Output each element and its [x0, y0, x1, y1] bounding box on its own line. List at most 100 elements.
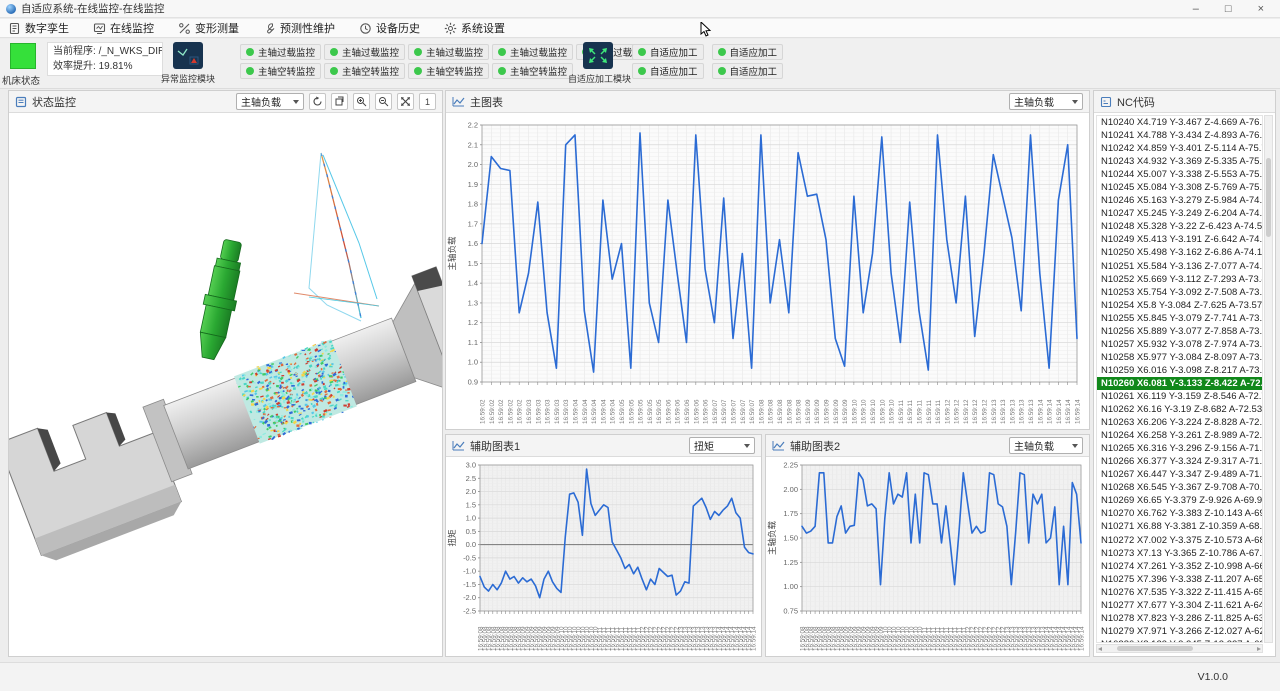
nc-code-icon: [1100, 96, 1112, 108]
monitor-chip[interactable]: 主轴过载监控: [408, 44, 489, 60]
chevron-down-icon: [1072, 100, 1078, 104]
nc-line[interactable]: N10267 X6.447 Y-3.347 Z-9.489 A-71.055: [1097, 468, 1262, 481]
nc-line[interactable]: N10248 X5.328 Y-3.22 Z-6.423 A-74.52 C: [1097, 220, 1262, 233]
maximize-button[interactable]: □: [1225, 1, 1232, 17]
chip-label: 主轴空转监控: [342, 64, 399, 78]
nc-horizontal-scrollbar[interactable]: [1096, 644, 1263, 653]
aux-chart1-header: 辅助图表1 扭矩: [446, 435, 761, 457]
monitor-chip[interactable]: 主轴过载监控: [240, 44, 321, 60]
nc-line[interactable]: N10245 X5.084 Y-3.308 Z-5.769 A-75.088: [1097, 181, 1262, 194]
scrollbar-thumb[interactable]: [1266, 158, 1271, 237]
monitor-chip[interactable]: 主轴空转监控: [240, 63, 321, 79]
svg-text:16:59:07: 16:59:07: [712, 399, 719, 424]
scroll-left-icon[interactable]: [1098, 647, 1102, 651]
nc-code-panel: NC代码 N10240 X4.719 Y-3.467 Z-4.669 A-76.…: [1093, 90, 1276, 657]
nc-line[interactable]: N10275 X7.396 Y-3.338 Z-11.207 A-65.95: [1097, 573, 1262, 586]
nc-vertical-scrollbar[interactable]: [1264, 115, 1273, 643]
nc-line[interactable]: N10268 X6.545 Y-3.367 Z-9.708 A-70.519: [1097, 481, 1262, 494]
nc-line[interactable]: N10269 X6.65 Y-3.379 Z-9.926 A-69.947 C: [1097, 494, 1262, 507]
chart-aux1-svg: -2.5-2.0-1.5-1.0-0.50.00.51.01.52.02.53.…: [446, 457, 761, 655]
fit-view-button[interactable]: [397, 93, 414, 110]
nc-line[interactable]: N10258 X5.977 Y-3.084 Z-8.097 A-73.138: [1097, 351, 1262, 364]
nc-line[interactable]: N10242 X4.859 Y-3.401 Z-5.114 A-75.775: [1097, 142, 1262, 155]
nc-line[interactable]: N10247 X5.245 Y-3.249 Z-6.204 A-74.701: [1097, 207, 1262, 220]
nc-line[interactable]: N10240 X4.719 Y-3.467 Z-4.669 A-76.396: [1097, 116, 1262, 129]
svg-text:16:59:10: 16:59:10: [889, 399, 896, 424]
adaptive-machining-module[interactable]: 自适应加工模块: [568, 42, 628, 85]
monitor-chip[interactable]: 主轴过载监控: [324, 44, 405, 60]
nc-line[interactable]: N10256 X5.889 Y-3.077 Z-7.858 A-73.348: [1097, 325, 1262, 338]
nc-line[interactable]: N10280 X8.123 Y-3.245 Z-12.227 A-62.23: [1097, 638, 1262, 643]
aux-chart2-series-dropdown[interactable]: 主轴负载: [1009, 437, 1083, 454]
nc-line[interactable]: N10250 X5.498 Y-3.162 Z-6.86 A-74.178 C: [1097, 246, 1262, 259]
svg-text:2.0: 2.0: [468, 160, 478, 169]
svg-text:16:59:10: 16:59:10: [879, 399, 886, 424]
orbit-view-button[interactable]: [331, 93, 348, 110]
rotate-view-button[interactable]: [309, 93, 326, 110]
nc-line[interactable]: N10264 X6.258 Y-3.261 Z-8.989 A-72.072: [1097, 429, 1262, 442]
nc-code-header: NC代码: [1094, 91, 1275, 113]
main-chart-series-dropdown[interactable]: 主轴负载: [1009, 93, 1083, 110]
nc-line[interactable]: N10243 X4.932 Y-3.369 Z-5.335 A-75.523: [1097, 155, 1262, 168]
zoom-out-button[interactable]: [375, 93, 392, 110]
nc-line[interactable]: N10259 X6.016 Y-3.098 Z-8.217 A-73.036: [1097, 364, 1262, 377]
nc-line[interactable]: N10265 X6.316 Y-3.296 Z-9.156 A-71.771: [1097, 442, 1262, 455]
monitor-chip[interactable]: 主轴过载监控: [492, 44, 573, 60]
abnormal-monitor-module[interactable]: 异常监控模块: [158, 42, 218, 85]
nc-line[interactable]: N10252 X5.669 Y-3.112 Z-7.293 A-73.844: [1097, 273, 1262, 286]
svg-text:16:59:02: 16:59:02: [480, 399, 487, 424]
monitor-chip[interactable]: 主轴空转监控: [324, 63, 405, 79]
nc-line[interactable]: N10273 X7.13 Y-3.365 Z-10.786 A-67.372: [1097, 547, 1262, 560]
minimize-button[interactable]: –: [1193, 1, 1199, 17]
nc-line[interactable]: N10279 X7.971 Y-3.266 Z-12.027 A-62.98: [1097, 625, 1262, 638]
svg-text:1.75: 1.75: [783, 509, 798, 518]
monitor-chip[interactable]: 自适应加工: [712, 63, 784, 79]
nc-line[interactable]: N10254 X5.8 Y-3.084 Z-7.625 A-73.571 C: [1097, 299, 1262, 312]
menu-digital-twin[interactable]: 数字孪生: [8, 20, 69, 36]
svg-text:1.0: 1.0: [466, 514, 476, 523]
nc-line[interactable]: N10241 X4.788 Y-3.434 Z-4.893 A-76.062: [1097, 129, 1262, 142]
close-button[interactable]: ×: [1258, 1, 1264, 17]
monitor-chip[interactable]: 自适应加工: [632, 44, 704, 60]
model-series-dropdown[interactable]: 主轴负载: [236, 93, 304, 110]
nc-line[interactable]: N10272 X7.002 Y-3.375 Z-10.573 A-68.05: [1097, 534, 1262, 547]
menu-system-settings[interactable]: 系统设置: [444, 20, 505, 36]
nc-code-list[interactable]: N10240 X4.719 Y-3.467 Z-4.669 A-76.396N1…: [1096, 115, 1263, 643]
nc-line[interactable]: N10244 X5.007 Y-3.338 Z-5.553 A-75.297: [1097, 168, 1262, 181]
nc-line[interactable]: N10246 X5.163 Y-3.279 Z-5.984 A-74.892: [1097, 194, 1262, 207]
nc-line[interactable]: N10249 X5.413 Y-3.191 Z-6.642 A-74.346: [1097, 233, 1262, 246]
menu-deformation-measure[interactable]: 变形测量: [178, 20, 239, 36]
program-info-box: 当前程序: /_N_WKS_DIR... 效率提升: 19.81%: [47, 42, 163, 76]
nc-line-selected[interactable]: N10260 X6.081 Y-3.133 Z-8.422 A-72.835: [1097, 377, 1262, 390]
nc-line[interactable]: N10263 X6.206 Y-3.224 Z-8.828 A-72.33 C: [1097, 416, 1262, 429]
menu-online-monitor[interactable]: 在线监控: [93, 20, 154, 36]
nc-line[interactable]: N10276 X7.535 Y-3.322 Z-11.415 A-65.22: [1097, 586, 1262, 599]
menu-predictive-maintenance[interactable]: 预测性维护: [263, 20, 335, 36]
nc-line[interactable]: N10271 X6.88 Y-3.381 Z-10.359 A-68.711: [1097, 520, 1262, 533]
nc-line[interactable]: N10270 X6.762 Y-3.383 Z-10.143 A-69.34: [1097, 507, 1262, 520]
scrollbar-thumb[interactable]: [1117, 646, 1193, 651]
scroll-right-icon[interactable]: [1257, 647, 1261, 651]
nc-line[interactable]: N10277 X7.677 Y-3.304 Z-11.621 A-64.48: [1097, 599, 1262, 612]
nc-line[interactable]: N10253 X5.754 Y-3.092 Z-7.508 A-73.677: [1097, 286, 1262, 299]
menu-device-history[interactable]: 设备历史: [359, 20, 420, 36]
nc-line[interactable]: N10255 X5.845 Y-3.079 Z-7.741 A-73.458: [1097, 312, 1262, 325]
view-page-button[interactable]: 1: [419, 93, 436, 110]
nc-line[interactable]: N10274 X7.261 Y-3.352 Z-10.998 A-66.67: [1097, 560, 1262, 573]
nc-line[interactable]: N10266 X6.377 Y-3.324 Z-9.317 A-71.443: [1097, 455, 1262, 468]
monitor-chip[interactable]: 自适应加工: [712, 44, 784, 60]
nc-line[interactable]: N10261 X6.119 Y-3.159 Z-8.546 A-72.701: [1097, 390, 1262, 403]
zoom-in-button[interactable]: [353, 93, 370, 110]
nc-line[interactable]: N10257 X5.932 Y-3.078 Z-7.974 A-73.243: [1097, 338, 1262, 351]
monitor-chip[interactable]: 自适应加工: [632, 63, 704, 79]
svg-text:1.1: 1.1: [468, 338, 478, 347]
green-status-dot: [498, 67, 506, 75]
monitor-chip[interactable]: 主轴空转监控: [408, 63, 489, 79]
nc-line[interactable]: N10262 X6.16 Y-3.19 Z-8.682 A-72.534 C: [1097, 403, 1262, 416]
monitor-chip[interactable]: 主轴空转监控: [492, 63, 573, 79]
model-viewport[interactable]: [9, 113, 442, 655]
nc-line[interactable]: N10251 X5.584 Y-3.136 Z-7.077 A-74.012: [1097, 260, 1262, 273]
aux-chart1-series-dropdown[interactable]: 扭矩: [689, 437, 755, 454]
nc-line[interactable]: N10278 X7.823 Y-3.286 Z-11.825 A-63.73: [1097, 612, 1262, 625]
svg-text:16:59:03: 16:59:03: [526, 399, 533, 424]
